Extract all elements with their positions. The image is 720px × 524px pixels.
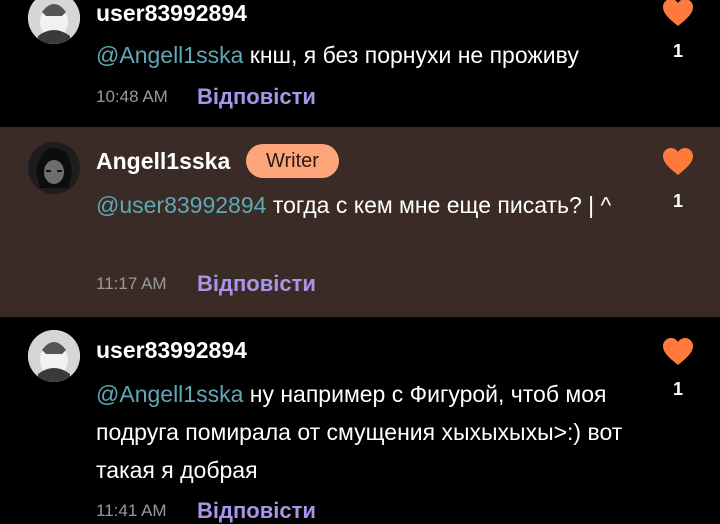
like-count: 1 [672, 379, 683, 399]
heart-icon[interactable] [662, 337, 694, 367]
like-count: 1 [672, 191, 683, 211]
reply-button[interactable]: Відповісти [197, 84, 316, 110]
comment-item: user83992894 @Angell1sska кнш, я без пор… [0, 0, 720, 122]
comment-text: @user83992894 тогда с кем мне еще писать… [96, 192, 612, 218]
avatar[interactable] [28, 330, 80, 382]
avatar-image [28, 0, 80, 44]
avatar-image [28, 142, 80, 194]
comment-item-highlighted: Angell1sska Writer @user83992894 тогда с… [0, 127, 720, 317]
mention-link[interactable]: @Angell1sska [96, 381, 243, 407]
comment-text: @Angell1sska кнш, я без порнухи не прожи… [96, 42, 579, 68]
writer-badge: Writer [246, 144, 339, 178]
reply-button[interactable]: Відповісти [197, 271, 316, 297]
username[interactable]: user83992894 [96, 337, 247, 364]
username[interactable]: user83992894 [96, 0, 247, 27]
mention-link[interactable]: @Angell1sska [96, 42, 243, 68]
like-count: 1 [672, 41, 683, 61]
reply-button[interactable]: Відповісти [197, 498, 316, 524]
mention-link[interactable]: @user83992894 [96, 192, 266, 218]
comment-text: @Angell1sska ну например с Фигурой, чтоб… [96, 381, 623, 483]
comment-time: 11:17 AM [96, 274, 167, 293]
heart-icon[interactable] [662, 147, 694, 177]
heart-icon[interactable] [662, 0, 694, 28]
avatar-image [28, 330, 80, 382]
comment-item: user83992894 @Angell1sska ну например с … [0, 325, 720, 523]
avatar[interactable] [28, 0, 80, 44]
comment-time: 10:48 AM [96, 87, 168, 106]
avatar[interactable] [28, 142, 80, 194]
comment-time: 11:41 AM [96, 501, 167, 520]
username[interactable]: Angell1sska [96, 148, 230, 175]
